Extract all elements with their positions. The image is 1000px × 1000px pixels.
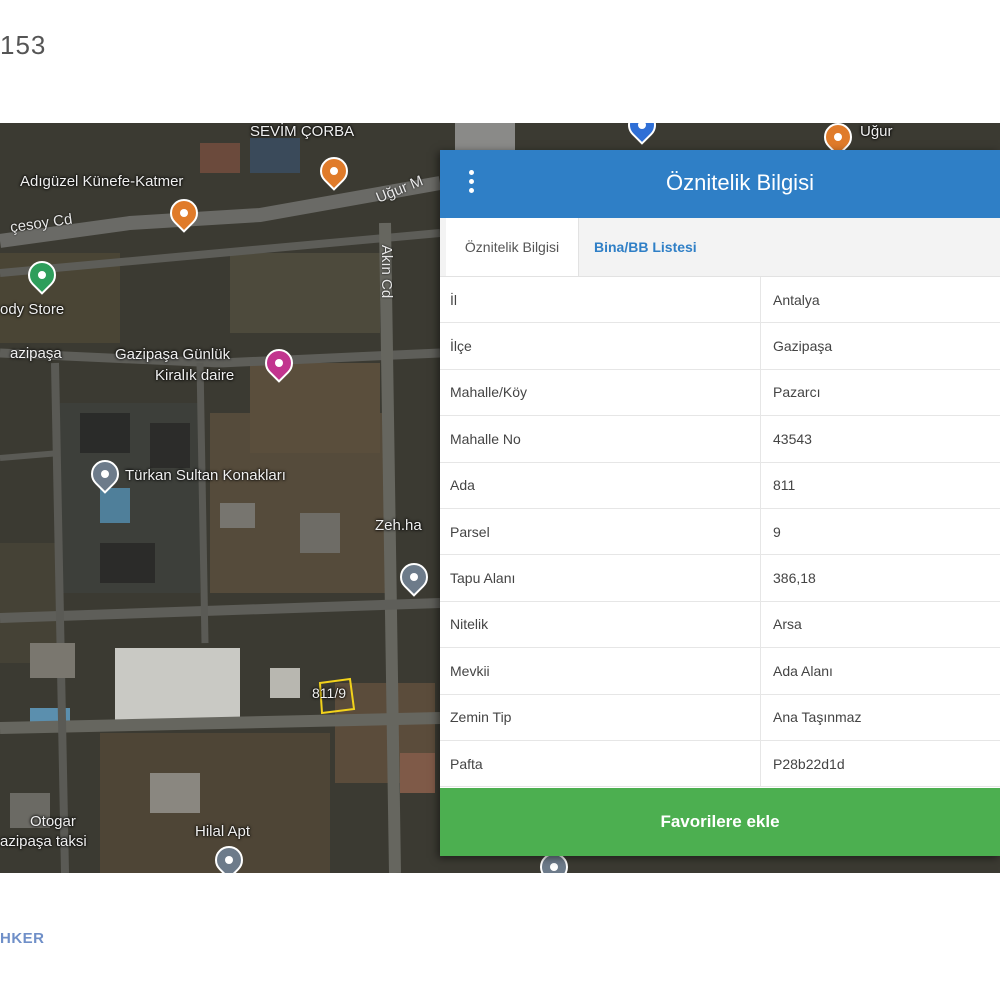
row-value: 811 <box>760 462 1000 509</box>
table-row: İl Antalya <box>440 277 1000 324</box>
row-key: Nitelik <box>440 601 761 649</box>
tab-attribute-info[interactable]: Öznitelik Bilgisi <box>446 218 579 276</box>
table-row: Pafta P28b22d1d <box>440 740 1000 788</box>
row-key: İl <box>440 277 761 324</box>
map-label-ugur-right: Uğur <box>860 123 893 140</box>
parcel-label[interactable]: 811/9 <box>312 685 346 701</box>
panel-tabs: Öznitelik Bilgisi Bina/BB Listesi <box>440 218 1000 277</box>
map-label-gunluk: Gazipaşa Günlük <box>115 346 231 363</box>
map-label-hilal: Hilal Apt <box>195 823 251 840</box>
row-value: 386,18 <box>760 554 1000 602</box>
row-key: Pafta <box>440 740 761 788</box>
tab-building-list[interactable]: Bina/BB Listesi <box>594 218 697 276</box>
row-key: Zemin Tip <box>440 694 761 741</box>
panel-header: Öznitelik Bilgisi <box>440 150 1000 218</box>
table-row: Zemin Tip Ana Taşınmaz <box>440 694 1000 741</box>
map-label-zehra: Zeh.ha <box>375 517 422 534</box>
attribute-table: İl Antalya İlçe Gazipaşa Mahalle/Köy Pazarc… <box>440 277 1000 788</box>
table-row: İlçe Gazipaşa <box>440 322 1000 370</box>
table-row: Tapu Alanı 386,18 <box>440 554 1000 602</box>
row-key: Mahalle/Köy <box>440 369 761 417</box>
row-key: Parsel <box>440 508 761 556</box>
row-value: Antalya <box>760 277 1000 324</box>
row-key: İlçe <box>440 322 761 370</box>
row-value: Pazarcı <box>760 369 1000 417</box>
row-key: Tapu Alanı <box>440 554 761 602</box>
row-value: 43543 <box>760 415 1000 463</box>
listing-number-text: 153 <box>0 30 47 60</box>
map-label-body-store: ody Store <box>0 301 65 318</box>
map-label-gazipasa: azipaşa <box>10 345 62 362</box>
map-label-otogar: Otogar <box>30 813 76 830</box>
watermark-text: HKER <box>0 930 45 947</box>
map-label-sevim: SEVİM ÇORBA <box>250 123 355 140</box>
row-value: Ana Taşınmaz <box>760 694 1000 741</box>
table-row: Nitelik Arsa <box>440 601 1000 649</box>
add-to-favorites-button[interactable]: Favorilere ekle <box>440 788 1000 856</box>
table-row: Parsel 9 <box>440 508 1000 556</box>
row-value: P28b22d1d <box>760 740 1000 788</box>
row-value: Gazipaşa <box>760 322 1000 370</box>
row-value: Ada Alanı <box>760 647 1000 695</box>
table-row: Ada 811 <box>440 462 1000 509</box>
table-row: Mahalle No 43543 <box>440 415 1000 463</box>
attribute-panel: Öznitelik Bilgisi Öznitelik Bilgisi Bina… <box>440 150 1000 856</box>
table-row: Mahalle/Köy Pazarcı <box>440 369 1000 417</box>
map-label-kiralik: Kiralık daire <box>155 367 235 384</box>
panel-title: Öznitelik Bilgisi <box>666 170 814 195</box>
map-label-taksi: azipaşa taksi <box>0 833 87 850</box>
row-key: Ada <box>440 462 761 509</box>
row-key: Mevkii <box>440 647 761 695</box>
row-value: 9 <box>760 508 1000 556</box>
map-label-turkan: Türkan Sultan Konakları <box>125 467 286 484</box>
table-row: Mevkii Ada Alanı <box>440 647 1000 695</box>
street-label-akin: Akın Cd <box>378 244 396 299</box>
row-key: Mahalle No <box>440 415 761 463</box>
map-label-adiguzel: Adıgüzel Künefe-Katmer <box>20 173 184 190</box>
row-value: Arsa <box>760 601 1000 649</box>
